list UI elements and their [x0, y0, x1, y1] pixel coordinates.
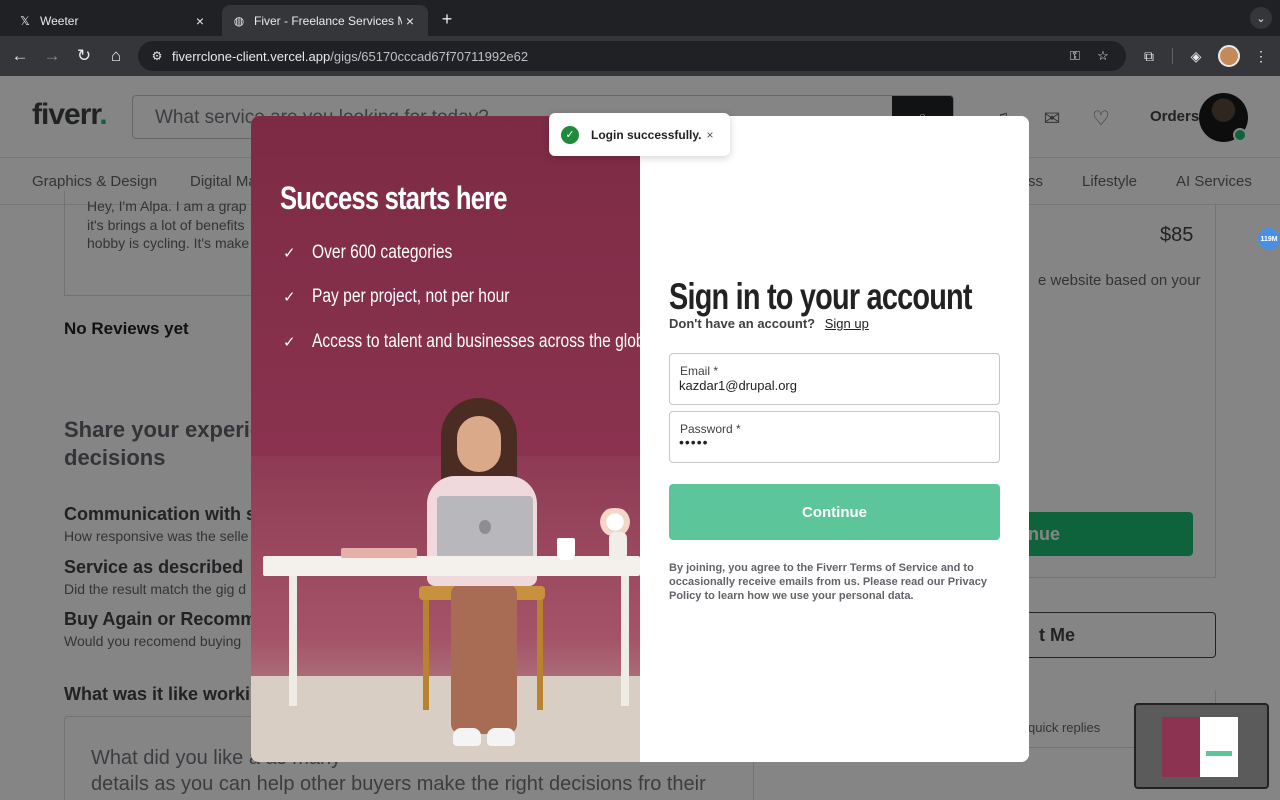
- back-arrow-icon[interactable]: ←: [8, 44, 32, 68]
- illustration-books: [341, 548, 417, 558]
- thumbnail-right-panel: [1200, 717, 1238, 777]
- illustration-table: [263, 556, 640, 576]
- promo-title: Success starts here: [280, 180, 508, 216]
- browser-tab-weeter[interactable]: 𝕏 Weeter ×: [8, 5, 218, 36]
- modal-promo-panel: Success starts here ✓ Over 600 categorie…: [251, 116, 653, 762]
- email-label: Email *: [680, 364, 719, 378]
- illustration-person-legs: [451, 584, 517, 734]
- browser-toolbar: ← → ↻ ⌂ ⚙ fiverrclone-client.vercel.app/…: [0, 36, 1280, 76]
- tab-search-chevron-icon[interactable]: ⌄: [1250, 7, 1272, 29]
- benefit-item: ✓ Over 600 categories: [283, 242, 453, 263]
- terms-text: By joining, you agree to the Fiverr Term…: [669, 562, 987, 602]
- illustration-apple-logo: [479, 520, 491, 534]
- checkmark-icon: ✓: [283, 334, 296, 351]
- illustration-chair-leg: [423, 600, 429, 710]
- site-info-icon[interactable]: ⚙: [148, 47, 166, 65]
- password-key-icon[interactable]: ⚿: [1066, 47, 1084, 65]
- extension-icon[interactable]: ◈: [1185, 45, 1207, 67]
- password-input[interactable]: •••••: [679, 434, 989, 450]
- illustration-person-face: [457, 416, 501, 472]
- browser-tab-fiver[interactable]: ◍ Fiver - Freelance Services Ma ×: [222, 5, 428, 36]
- bookmark-star-icon[interactable]: ☆: [1094, 47, 1112, 65]
- illustration-mug: [557, 538, 575, 560]
- success-check-icon: ✓: [561, 125, 579, 144]
- url-text[interactable]: fiverrclone-client.vercel.app/gigs/65170…: [172, 49, 528, 64]
- home-icon[interactable]: ⌂: [104, 44, 128, 68]
- illustration-vase: [609, 532, 627, 560]
- signin-title: Sign in to your account: [669, 276, 973, 317]
- signup-prompt: Don't have an account? Sign up: [669, 316, 869, 331]
- close-tab-icon[interactable]: ×: [402, 13, 418, 29]
- reload-icon[interactable]: ↻: [72, 44, 96, 68]
- checkmark-icon: ✓: [283, 289, 296, 306]
- globe-icon: ◍: [233, 13, 245, 28]
- x-logo-icon: 𝕏: [20, 13, 30, 28]
- password-field[interactable]: Password * •••••: [669, 411, 1000, 463]
- benefit-item: ✓ Pay per project, not per hour: [283, 286, 510, 307]
- illustration-floor: [251, 676, 640, 762]
- illustration-shoe: [487, 728, 515, 746]
- illustration-table-leg: [289, 576, 297, 706]
- browser-tab-bar: 𝕏 Weeter × ◍ Fiver - Freelance Services …: [0, 0, 1280, 36]
- profile-avatar[interactable]: [1218, 45, 1240, 67]
- close-icon[interactable]: ×: [702, 127, 718, 143]
- forward-arrow-icon[interactable]: →: [40, 44, 64, 68]
- thumbnail-left-panel: [1162, 717, 1200, 777]
- signin-modal: Success starts here ✓ Over 600 categorie…: [251, 116, 1029, 762]
- continue-button[interactable]: Continue: [669, 484, 1000, 540]
- close-tab-icon[interactable]: ×: [192, 13, 208, 29]
- email-input[interactable]: [679, 378, 989, 393]
- screen-preview-thumbnail[interactable]: [1134, 703, 1269, 789]
- toolbar-divider: [1172, 48, 1173, 64]
- floating-extension-badge[interactable]: 119M: [1258, 228, 1280, 250]
- tab-title: Fiver - Freelance Services Ma: [254, 13, 402, 28]
- login-success-toast: ✓ Login successfully. ×: [549, 113, 730, 156]
- menu-kebab-icon[interactable]: ⋮: [1250, 45, 1272, 67]
- extensions-puzzle-icon[interactable]: ⧉: [1138, 45, 1160, 67]
- no-account-text: Don't have an account?: [669, 316, 816, 331]
- illustration-shoe: [453, 728, 481, 746]
- checkmark-icon: ✓: [283, 245, 296, 262]
- tab-title: Weeter: [40, 13, 79, 28]
- address-bar[interactable]: ⚙ fiverrclone-client.vercel.app/gigs/651…: [138, 41, 1126, 71]
- illustration-table-leg: [621, 576, 629, 706]
- toast-message: Login successfully.: [591, 127, 702, 142]
- new-tab-button[interactable]: +: [436, 8, 458, 30]
- email-field[interactable]: Email *: [669, 353, 1000, 405]
- illustration-chair-leg: [537, 600, 543, 710]
- signin-form-panel: Sign in to your account Don't have an ac…: [640, 116, 1029, 762]
- thumbnail-button: [1206, 751, 1232, 756]
- signup-link[interactable]: Sign up: [825, 316, 869, 331]
